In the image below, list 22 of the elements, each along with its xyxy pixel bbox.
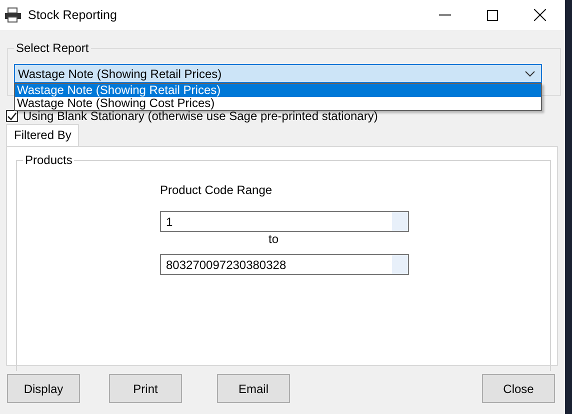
report-dropdown[interactable]: Wastage Note (Showing Retail Prices) — [14, 64, 542, 83]
close-icon[interactable] — [534, 9, 546, 21]
action-button[interactable]: Print — [109, 374, 182, 403]
input-field[interactable]: 1 — [160, 211, 409, 232]
action-button[interactable]: Close — [482, 374, 555, 403]
chevron-icon — [525, 70, 535, 76]
window-title: Stock Reporting — [28, 8, 117, 22]
printer-icon — [4, 7, 22, 23]
maximize-icon[interactable] — [487, 10, 498, 20]
input-field[interactable]: 803270097230380328 — [160, 254, 409, 275]
tab[interactable]: Filtered By — [6, 124, 80, 146]
dropdown-option[interactable]: Wastage Note (Showing Cost Prices) — [15, 97, 541, 110]
group-title: Products — [23, 153, 74, 167]
action-button[interactable]: Display — [7, 374, 80, 403]
checkbox-label: Using Blank Stationary (otherwise use Sage pre-printed stationary) — [23, 109, 378, 123]
checkbox[interactable] — [6, 110, 18, 122]
range-label: Product Code Range — [160, 183, 274, 199]
checkmark-icon — [7, 112, 17, 120]
dropdown-option[interactable]: Wastage Note (Showing Retail Prices) — [15, 84, 541, 97]
group-title: Select Report — [14, 41, 91, 55]
separator-label: to — [267, 234, 280, 244]
action-button[interactable]: Email — [217, 374, 290, 403]
